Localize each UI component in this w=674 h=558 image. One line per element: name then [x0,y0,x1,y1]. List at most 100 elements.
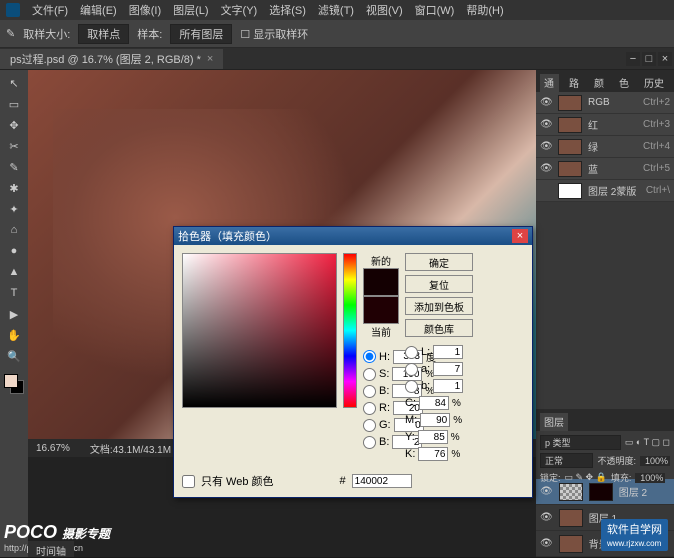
menu-bar: 文件(F) 编辑(E) 图像(I) 图层(L) 文字(Y) 选择(S) 滤镜(T… [0,0,674,20]
menu-image[interactable]: 图像(I) [129,2,161,18]
channel-blue[interactable]: 👁蓝Ctrl+5 [536,158,674,180]
r-radio[interactable] [363,402,376,415]
maximize-icon[interactable]: □ [642,52,656,66]
hue-slider[interactable] [343,253,357,408]
ok-button[interactable]: 确定 [405,253,473,271]
menu-help[interactable]: 帮助(H) [466,2,503,18]
dialog-close-icon[interactable]: × [512,229,528,243]
channel-mask[interactable]: 图层 2蒙版Ctrl+\ [536,180,674,202]
crop-tool[interactable]: ✂ [4,137,24,155]
l-input[interactable] [433,345,463,359]
g-radio[interactable] [363,419,376,432]
eye-icon[interactable]: 👁 [540,486,553,497]
hex-input[interactable] [352,474,412,488]
b-radio[interactable] [363,385,376,398]
zoom-level[interactable]: 16.67% [36,443,70,454]
lab-b-radio[interactable] [405,380,418,393]
sample-size-label: 取样大小: [23,26,70,42]
channel-red[interactable]: 👁红Ctrl+3 [536,114,674,136]
menu-file[interactable]: 文件(F) [32,2,68,18]
eye-icon[interactable]: 👁 [540,119,552,130]
a-input[interactable] [433,362,463,376]
add-swatch-button[interactable]: 添加到色板 [405,297,473,315]
l-radio[interactable] [405,346,418,359]
minimize-icon[interactable]: − [626,52,640,66]
layer-options: p 类型▭ ◐ T ▢ ◻ 正常不透明度:100% 锁定:▭ ✎ ✥ 🔒填充:1… [536,431,674,479]
tab-color[interactable]: 颜色 [590,74,609,92]
stamp-tool[interactable]: ⌂ [4,221,24,239]
lock-icons[interactable]: ▭ ✎ ✥ 🔒 [565,472,607,483]
path-tool[interactable]: ▶ [4,305,24,323]
sample-select[interactable]: 所有图层 [170,24,232,44]
bb-radio[interactable] [363,436,376,449]
eye-icon[interactable]: 👁 [540,141,552,152]
toolbox: ↖ ▭ ✥ ✂ ✎ ✱ ✦ ⌂ ● ▲ T ▶ ✋ 🔍 [0,70,28,557]
app-logo [6,3,20,17]
c-input[interactable] [419,396,449,410]
tab-history[interactable]: 历史记录 [640,74,670,92]
color-field[interactable] [182,253,337,408]
tab-channels[interactable]: 通道 [540,74,559,92]
menu-filter[interactable]: 滤镜(T) [318,2,354,18]
tab-paths[interactable]: 路径 [565,74,584,92]
eye-icon[interactable]: 👁 [540,538,553,549]
channels-list: 👁RGBCtrl+2 👁红Ctrl+3 👁绿Ctrl+4 👁蓝Ctrl+5 图层… [536,92,674,202]
eye-icon[interactable]: 👁 [540,512,553,523]
new-label: 新的 [363,253,399,268]
timeline-tab[interactable]: 时间轴 [28,541,74,557]
current-color-swatch[interactable] [363,296,399,324]
document-tabs: ps过程.psd @ 16.7% (图层 2, RGB/8) * × − □ × [0,48,674,70]
layer-filter[interactable]: p 类型 [540,435,621,450]
zoom-tool[interactable]: 🔍 [4,347,24,365]
fg-color[interactable] [4,374,18,388]
lab-b-input[interactable] [433,379,463,393]
heal-tool[interactable]: ✱ [4,179,24,197]
tab-layers[interactable]: 图层 [540,413,568,431]
h-radio[interactable] [363,350,376,363]
gradient-tool[interactable]: ▲ [4,263,24,281]
color-lib-button[interactable]: 颜色库 [405,319,473,337]
k-input[interactable] [418,447,448,461]
document-title: ps过程.psd @ 16.7% (图层 2, RGB/8) * [10,51,201,67]
tab-swatches[interactable]: 色板 [615,74,634,92]
menu-type[interactable]: 文字(Y) [221,2,258,18]
show-ring-checkbox[interactable]: ☐ 显示取样环 [240,26,308,42]
eyedropper-tool[interactable]: ✎ [4,158,24,176]
eye-icon[interactable]: 👁 [540,163,552,174]
panel-tabs: 通道 路径 颜色 色板 历史记录 [536,70,674,92]
brush-tool[interactable]: ✦ [4,200,24,218]
sample-size-select[interactable]: 取样点 [78,24,129,44]
reset-button[interactable]: 复位 [405,275,473,293]
right-panels: 通道 路径 颜色 色板 历史记录 👁RGBCtrl+2 👁红Ctrl+3 👁绿C… [536,70,674,557]
hand-tool[interactable]: ✋ [4,326,24,344]
eraser-tool[interactable]: ● [4,242,24,260]
menu-edit[interactable]: 编辑(E) [80,2,117,18]
lasso-tool[interactable]: ✥ [4,116,24,134]
color-swatch[interactable] [4,374,24,394]
web-only-checkbox[interactable] [182,475,195,488]
menu-layer[interactable]: 图层(L) [173,2,208,18]
marquee-tool[interactable]: ▭ [4,95,24,113]
m-input[interactable] [420,413,450,427]
document-tab[interactable]: ps过程.psd @ 16.7% (图层 2, RGB/8) * × [0,49,223,69]
move-tool[interactable]: ↖ [4,74,24,92]
menu-window[interactable]: 窗口(W) [415,2,455,18]
opacity-value[interactable]: 100% [640,456,670,466]
s-radio[interactable] [363,368,376,381]
type-tool[interactable]: T [4,284,24,302]
menu-view[interactable]: 视图(V) [366,2,403,18]
close-icon[interactable]: × [658,52,672,66]
dialog-titlebar[interactable]: 拾色器（填充颜色） × [174,227,532,245]
sample-label: 样本: [137,26,162,42]
blend-mode[interactable]: 正常 [540,453,593,468]
y-input[interactable] [418,430,448,444]
fill-value[interactable]: 100% [635,473,665,483]
a-radio[interactable] [405,363,418,376]
current-label: 当前 [363,324,399,339]
channel-green[interactable]: 👁绿Ctrl+4 [536,136,674,158]
eye-icon[interactable]: 👁 [540,97,552,108]
menu-select[interactable]: 选择(S) [269,2,306,18]
close-tab-icon[interactable]: × [207,53,213,65]
channel-rgb[interactable]: 👁RGBCtrl+2 [536,92,674,114]
filter-icons[interactable]: ▭ ◐ T ▢ ◻ [625,437,670,448]
